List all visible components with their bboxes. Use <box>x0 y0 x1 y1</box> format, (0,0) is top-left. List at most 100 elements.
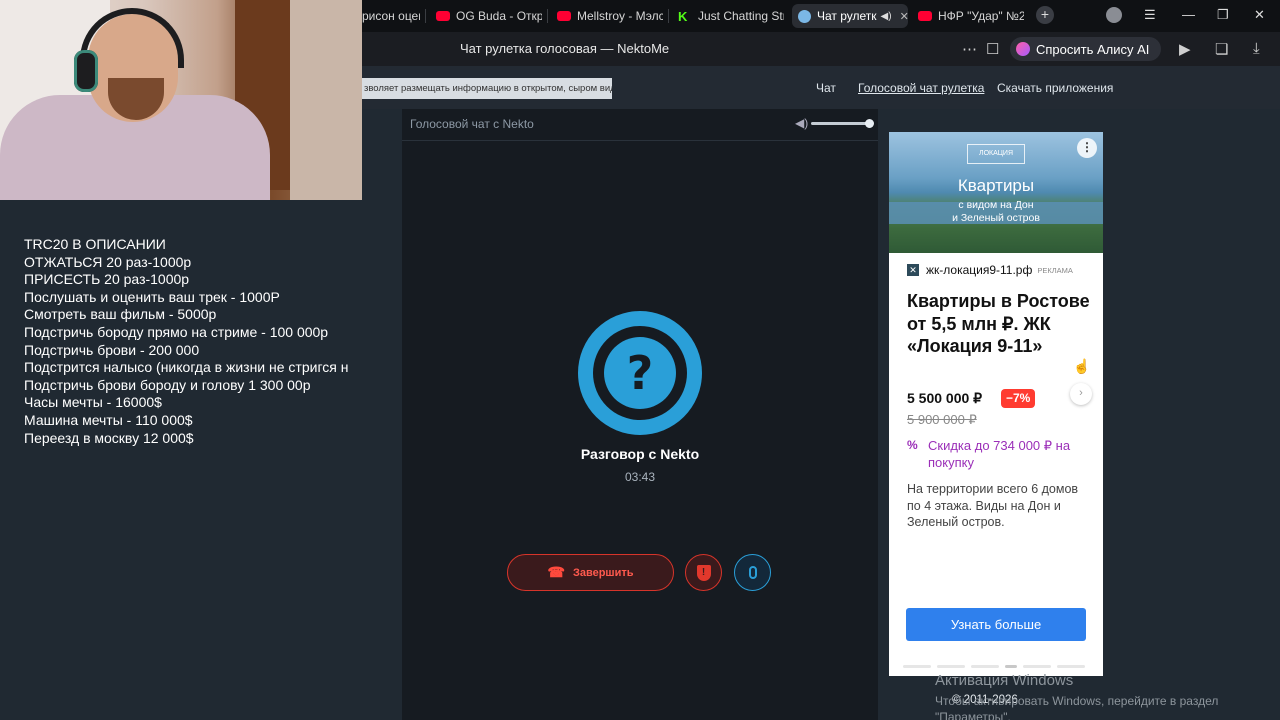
volume-slider-thumb[interactable] <box>865 119 874 128</box>
nekto-favicon-icon <box>798 9 811 23</box>
carousel-dot[interactable] <box>1023 665 1051 668</box>
ad-old-price: 5 900 000 ₽ <box>907 412 977 427</box>
close-tab-icon[interactable]: ✕ <box>900 10 908 23</box>
youtube-icon <box>557 11 571 21</box>
youtube-icon <box>918 11 932 21</box>
chat-header-title: Голосовой чат с Nekto <box>410 117 534 131</box>
shield-alert-icon: ! <box>696 564 711 581</box>
alice-button-label: Спросить Алису AI <box>1036 41 1150 57</box>
kick-icon: K <box>678 8 688 24</box>
mic-button[interactable] <box>734 554 771 591</box>
report-button[interactable]: ! <box>685 554 722 591</box>
more-icon[interactable]: ⋯ <box>962 40 977 58</box>
percent-icon: % <box>907 438 918 452</box>
volume-icon[interactable]: ◀) <box>795 116 808 130</box>
hand-cursor-icon: ☝ <box>1073 358 1091 374</box>
tab-separator <box>547 9 548 23</box>
tab-label: Mellstroy - Мэлс <box>577 9 663 23</box>
webcam-background <box>290 0 362 200</box>
browser-tab[interactable]: Mellstroy - Мэлс <box>557 4 663 28</box>
donation-item: Подстричь бороду прямо на стриме - 100 0… <box>24 323 329 340</box>
ad-title[interactable]: Квартиры в Ростове от 5,5 млн ₽. ЖК «Лок… <box>907 290 1097 358</box>
tab-label: Чат рулетк <box>817 9 877 23</box>
browser-tab[interactable]: рисон оцен <box>362 4 420 28</box>
carousel-dot[interactable] <box>937 665 965 668</box>
youtube-icon <box>436 11 450 21</box>
ad-promo: Скидка до 734 000 ₽ на покупку <box>928 438 1071 470</box>
call-timer: 03:43 <box>624 470 656 484</box>
ad-image[interactable]: ЛОКАЦИЯ Квартиры с видом на Дон и Зелены… <box>889 132 1103 253</box>
profile-avatar-icon[interactable] <box>1106 7 1122 23</box>
ad-image-logo: ЛОКАЦИЯ <box>967 144 1025 164</box>
new-tab-button[interactable]: + <box>1036 6 1054 24</box>
microphone-icon <box>748 566 757 579</box>
carousel-next-icon[interactable]: › <box>1070 383 1092 405</box>
donation-item: Часы мечты - 16000$ <box>24 394 162 411</box>
alice-button[interactable]: Спросить Алису AI <box>1010 37 1162 61</box>
donation-item: Смотреть ваш фильм - 5000р <box>24 306 217 323</box>
donation-item: Машина мечты - 110 000$ <box>24 411 193 428</box>
tab-label: Just Chatting Str <box>698 9 784 23</box>
carousel-dot[interactable] <box>971 665 999 668</box>
donation-list: TRC20 В ОПИСАНИИ ОТЖАТЬСЯ 20 раз-1000р ПРИ… <box>24 236 376 447</box>
page-title[interactable]: Чат рулетка голосовая — NektoMe <box>460 41 669 56</box>
webcam-earcup <box>74 50 98 92</box>
tab-label: рисон оцен <box>362 9 420 23</box>
play-icon[interactable]: ▶ <box>1179 40 1191 58</box>
ad-price: 5 500 000 ₽ <box>907 390 983 406</box>
carousel-indicator <box>903 665 1085 668</box>
browser-tab[interactable]: K Just Chatting Str <box>678 4 784 28</box>
donation-item: Подстрится налысо (никогда в жизни не ст… <box>24 359 349 376</box>
call-title: Разговор с Nekto <box>580 446 700 462</box>
carousel-dot[interactable] <box>903 665 931 668</box>
webcam-overlay <box>0 0 362 200</box>
donation-item: ОТЖАТЬСЯ 20 раз-1000р <box>24 253 192 270</box>
ad-favicon-icon: ✕ <box>907 264 919 276</box>
end-call-button[interactable]: ☎ Завершить <box>507 554 674 591</box>
ad-label: реклама <box>1037 265 1073 275</box>
donation-item: Переезд в москву 12 000$ <box>24 429 194 446</box>
tab-separator <box>668 9 669 23</box>
tab-label: НФР "Удар" №2 <box>938 9 1024 23</box>
windows-activation-line2: "Параметры". <box>935 710 1011 720</box>
speaker-icon[interactable]: ◀) <box>881 11 892 22</box>
tab-label: OG Buda - Откр <box>456 9 542 23</box>
minimize-icon[interactable]: — <box>1182 7 1195 22</box>
download-icon[interactable]: ⤓ <box>1253 40 1260 57</box>
hang-up-icon: ☎ <box>547 564 565 580</box>
nav-voice-chat-link[interactable]: Голосовой чат рулетка <box>858 81 984 95</box>
collections-icon[interactable]: ❏ <box>1215 40 1228 58</box>
ad-image-subline: с видом на Дон и Зеленый остров <box>952 199 1040 224</box>
donation-item: Послушать и оценить ваш трек - 1000Р <box>24 288 280 305</box>
donation-item: Подстричь брови бороду и голову 1 300 00… <box>24 376 311 393</box>
carousel-dot[interactable] <box>1057 665 1085 668</box>
ad-description: На территории всего 6 домов по 4 этажа. … <box>907 482 1079 529</box>
ad-cta-button[interactable]: Узнать больше <box>906 608 1086 641</box>
donation-item: Подстричь брови - 200 000 <box>24 341 200 358</box>
question-mark-icon: ? <box>604 337 676 409</box>
windows-activation-text: Чтобы активировать Windows, перейдите в … <box>935 693 1218 720</box>
browser-tab[interactable]: OG Buda - Откр <box>436 4 542 28</box>
donation-item: ПРИСЕСТЬ 20 раз-1000р <box>24 271 190 288</box>
volume-slider[interactable] <box>811 122 869 125</box>
ad-domain-row: ✕ жк-локация9-11.рф реклама <box>907 263 1073 277</box>
notice-banner: зволяет размещать информацию в открытом,… <box>362 78 612 99</box>
menu-icon[interactable]: ☰ <box>1144 7 1156 23</box>
nav-download-link[interactable]: Скачать приложения <box>997 81 1113 95</box>
windows-activation-line1: Чтобы активировать Windows, перейдите в … <box>935 694 1219 708</box>
browser-tab[interactable]: НФР "Удар" №2 <box>918 4 1024 28</box>
alice-icon <box>1016 42 1030 56</box>
restore-icon[interactable]: ❐ <box>1217 7 1229 23</box>
carousel-dot[interactable] <box>1005 665 1017 668</box>
ad-menu-icon[interactable]: ⋮ <box>1077 138 1097 158</box>
ad-card[interactable]: ЛОКАЦИЯ Квартиры с видом на Дон и Зелены… <box>889 132 1103 676</box>
nav-chat-link[interactable]: Чат <box>816 81 836 95</box>
bookmark-icon[interactable]: ☐ <box>986 40 999 58</box>
ad-image-headline: Квартиры <box>957 176 1035 195</box>
partner-avatar: ? <box>578 311 702 435</box>
windows-activation-title: Активация Windows <box>935 672 1074 689</box>
end-call-label: Завершить <box>572 566 634 579</box>
close-window-icon[interactable]: ✕ <box>1254 7 1265 23</box>
browser-tab-active[interactable]: Чат рулетк ◀) ✕ <box>792 4 908 28</box>
ad-domain[interactable]: жк-локация9-11.рф <box>926 263 1032 277</box>
